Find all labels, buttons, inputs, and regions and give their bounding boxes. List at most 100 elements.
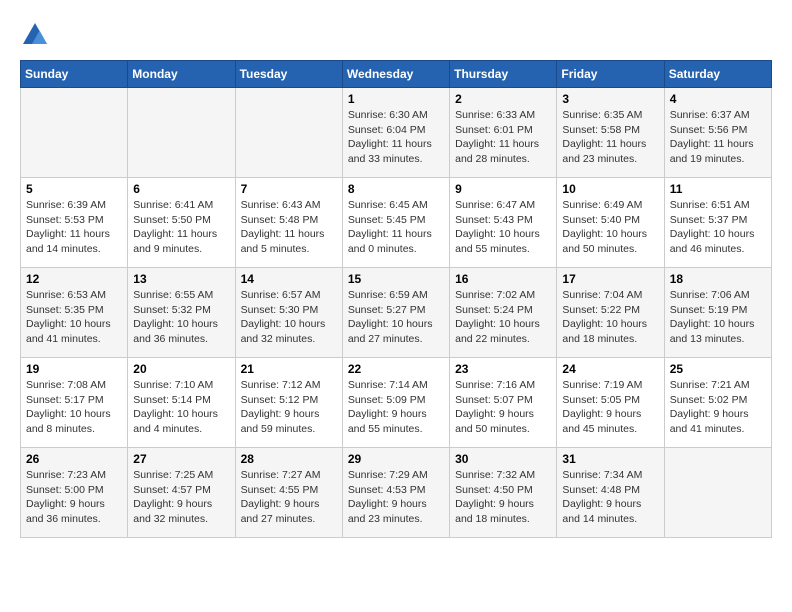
week-row-3: 19Sunrise: 7:08 AM Sunset: 5:17 PM Dayli…	[21, 358, 772, 448]
calendar-cell: 2 Sunrise: 6:33 AM Sunset: 6:01 PM Daylig…	[450, 88, 557, 178]
day-number: 24	[562, 362, 658, 376]
logo-icon	[20, 20, 50, 50]
day-number: 10	[562, 182, 658, 196]
calendar-cell: 19Sunrise: 7:08 AM Sunset: 5:17 PM Dayli…	[21, 358, 128, 448]
day-info: Sunrise: 6:57 AM Sunset: 5:30 PM Dayligh…	[241, 288, 337, 347]
day-info: Sunrise: 7:16 AM Sunset: 5:07 PM Dayligh…	[455, 378, 551, 437]
day-number: 23	[455, 362, 551, 376]
day-number: 9	[455, 182, 551, 196]
header	[20, 20, 772, 50]
day-info: Sunrise: 6:49 AM Sunset: 5:40 PM Dayligh…	[562, 198, 658, 257]
day-info: Sunrise: 7:14 AM Sunset: 5:09 PM Dayligh…	[348, 378, 444, 437]
calendar-cell: 15 Sunrise: 6:59 AM Sunset: 5:27 PM Dayli…	[342, 268, 449, 358]
calendar-cell: 3 Sunrise: 6:35 AM Sunset: 5:58 PM Daylig…	[557, 88, 664, 178]
header-day-monday: Monday	[128, 61, 235, 88]
calendar-cell: 10 Sunrise: 6:49 AM Sunset: 5:40 PM Dayli…	[557, 178, 664, 268]
week-row-0: 1 Sunrise: 6:30 AM Sunset: 6:04 PM Daylig…	[21, 88, 772, 178]
day-number: 13	[133, 272, 229, 286]
calendar-cell: 25Sunrise: 7:21 AM Sunset: 5:02 PM Dayli…	[664, 358, 771, 448]
day-number: 7	[241, 182, 337, 196]
header-row: SundayMondayTuesdayWednesdayThursdayFrid…	[21, 61, 772, 88]
day-number: 1	[348, 92, 444, 106]
day-info: Sunrise: 7:29 AM Sunset: 4:53 PM Dayligh…	[348, 468, 444, 527]
header-day-wednesday: Wednesday	[342, 61, 449, 88]
day-info: Sunrise: 7:32 AM Sunset: 4:50 PM Dayligh…	[455, 468, 551, 527]
calendar-cell: 21Sunrise: 7:12 AM Sunset: 5:12 PM Dayli…	[235, 358, 342, 448]
day-info: Sunrise: 6:37 AM Sunset: 5:56 PM Dayligh…	[670, 108, 766, 167]
day-number: 15	[348, 272, 444, 286]
day-number: 20	[133, 362, 229, 376]
calendar-cell: 8 Sunrise: 6:45 AM Sunset: 5:45 PM Daylig…	[342, 178, 449, 268]
calendar-cell	[21, 88, 128, 178]
day-info: Sunrise: 6:30 AM Sunset: 6:04 PM Dayligh…	[348, 108, 444, 167]
day-info: Sunrise: 6:53 AM Sunset: 5:35 PM Dayligh…	[26, 288, 122, 347]
day-info: Sunrise: 6:47 AM Sunset: 5:43 PM Dayligh…	[455, 198, 551, 257]
day-info: Sunrise: 6:59 AM Sunset: 5:27 PM Dayligh…	[348, 288, 444, 347]
week-row-2: 12 Sunrise: 6:53 AM Sunset: 5:35 PM Dayli…	[21, 268, 772, 358]
calendar-cell: 27 Sunrise: 7:25 AM Sunset: 4:57 PM Dayli…	[128, 448, 235, 538]
day-info: Sunrise: 7:21 AM Sunset: 5:02 PM Dayligh…	[670, 378, 766, 437]
week-row-4: 26 Sunrise: 7:23 AM Sunset: 5:00 PM Dayli…	[21, 448, 772, 538]
header-day-tuesday: Tuesday	[235, 61, 342, 88]
day-info: Sunrise: 7:04 AM Sunset: 5:22 PM Dayligh…	[562, 288, 658, 347]
day-number: 6	[133, 182, 229, 196]
calendar: SundayMondayTuesdayWednesdayThursdayFrid…	[20, 60, 772, 538]
day-number: 3	[562, 92, 658, 106]
calendar-cell	[128, 88, 235, 178]
calendar-header: SundayMondayTuesdayWednesdayThursdayFrid…	[21, 61, 772, 88]
calendar-cell: 17 Sunrise: 7:04 AM Sunset: 5:22 PM Dayli…	[557, 268, 664, 358]
calendar-cell: 24 Sunrise: 7:19 AM Sunset: 5:05 PM Dayli…	[557, 358, 664, 448]
calendar-cell: 4 Sunrise: 6:37 AM Sunset: 5:56 PM Daylig…	[664, 88, 771, 178]
day-info: Sunrise: 7:25 AM Sunset: 4:57 PM Dayligh…	[133, 468, 229, 527]
day-info: Sunrise: 7:19 AM Sunset: 5:05 PM Dayligh…	[562, 378, 658, 437]
calendar-cell: 1 Sunrise: 6:30 AM Sunset: 6:04 PM Daylig…	[342, 88, 449, 178]
calendar-cell: 5 Sunrise: 6:39 AM Sunset: 5:53 PM Daylig…	[21, 178, 128, 268]
day-info: Sunrise: 6:55 AM Sunset: 5:32 PM Dayligh…	[133, 288, 229, 347]
calendar-cell	[235, 88, 342, 178]
day-info: Sunrise: 7:27 AM Sunset: 4:55 PM Dayligh…	[241, 468, 337, 527]
day-number: 29	[348, 452, 444, 466]
day-number: 12	[26, 272, 122, 286]
day-info: Sunrise: 6:51 AM Sunset: 5:37 PM Dayligh…	[670, 198, 766, 257]
day-info: Sunrise: 6:33 AM Sunset: 6:01 PM Dayligh…	[455, 108, 551, 167]
calendar-cell: 22 Sunrise: 7:14 AM Sunset: 5:09 PM Dayli…	[342, 358, 449, 448]
day-number: 17	[562, 272, 658, 286]
calendar-cell: 7Sunrise: 6:43 AM Sunset: 5:48 PM Daylig…	[235, 178, 342, 268]
calendar-cell: 12 Sunrise: 6:53 AM Sunset: 5:35 PM Dayli…	[21, 268, 128, 358]
day-number: 14	[241, 272, 337, 286]
day-number: 22	[348, 362, 444, 376]
day-number: 11	[670, 182, 766, 196]
day-number: 27	[133, 452, 229, 466]
calendar-cell: 16Sunrise: 7:02 AM Sunset: 5:24 PM Dayli…	[450, 268, 557, 358]
day-number: 26	[26, 452, 122, 466]
day-info: Sunrise: 6:35 AM Sunset: 5:58 PM Dayligh…	[562, 108, 658, 167]
day-number: 28	[241, 452, 337, 466]
day-info: Sunrise: 7:08 AM Sunset: 5:17 PM Dayligh…	[26, 378, 122, 437]
page: SundayMondayTuesdayWednesdayThursdayFrid…	[0, 0, 792, 548]
calendar-cell: 31 Sunrise: 7:34 AM Sunset: 4:48 PM Dayli…	[557, 448, 664, 538]
day-info: Sunrise: 6:41 AM Sunset: 5:50 PM Dayligh…	[133, 198, 229, 257]
day-number: 4	[670, 92, 766, 106]
calendar-body: 1 Sunrise: 6:30 AM Sunset: 6:04 PM Daylig…	[21, 88, 772, 538]
day-info: Sunrise: 7:34 AM Sunset: 4:48 PM Dayligh…	[562, 468, 658, 527]
calendar-cell: 23 Sunrise: 7:16 AM Sunset: 5:07 PM Dayli…	[450, 358, 557, 448]
header-day-sunday: Sunday	[21, 61, 128, 88]
day-number: 31	[562, 452, 658, 466]
calendar-cell: 18Sunrise: 7:06 AM Sunset: 5:19 PM Dayli…	[664, 268, 771, 358]
header-day-saturday: Saturday	[664, 61, 771, 88]
calendar-cell: 28 Sunrise: 7:27 AM Sunset: 4:55 PM Dayli…	[235, 448, 342, 538]
calendar-cell: 30 Sunrise: 7:32 AM Sunset: 4:50 PM Dayli…	[450, 448, 557, 538]
week-row-1: 5 Sunrise: 6:39 AM Sunset: 5:53 PM Daylig…	[21, 178, 772, 268]
day-info: Sunrise: 6:39 AM Sunset: 5:53 PM Dayligh…	[26, 198, 122, 257]
day-number: 8	[348, 182, 444, 196]
day-number: 30	[455, 452, 551, 466]
calendar-cell: 9 Sunrise: 6:47 AM Sunset: 5:43 PM Daylig…	[450, 178, 557, 268]
calendar-cell: 20Sunrise: 7:10 AM Sunset: 5:14 PM Dayli…	[128, 358, 235, 448]
header-day-friday: Friday	[557, 61, 664, 88]
day-info: Sunrise: 7:23 AM Sunset: 5:00 PM Dayligh…	[26, 468, 122, 527]
day-info: Sunrise: 6:45 AM Sunset: 5:45 PM Dayligh…	[348, 198, 444, 257]
calendar-cell: 13 Sunrise: 6:55 AM Sunset: 5:32 PM Dayli…	[128, 268, 235, 358]
day-number: 5	[26, 182, 122, 196]
day-info: Sunrise: 7:12 AM Sunset: 5:12 PM Dayligh…	[241, 378, 337, 437]
day-number: 2	[455, 92, 551, 106]
